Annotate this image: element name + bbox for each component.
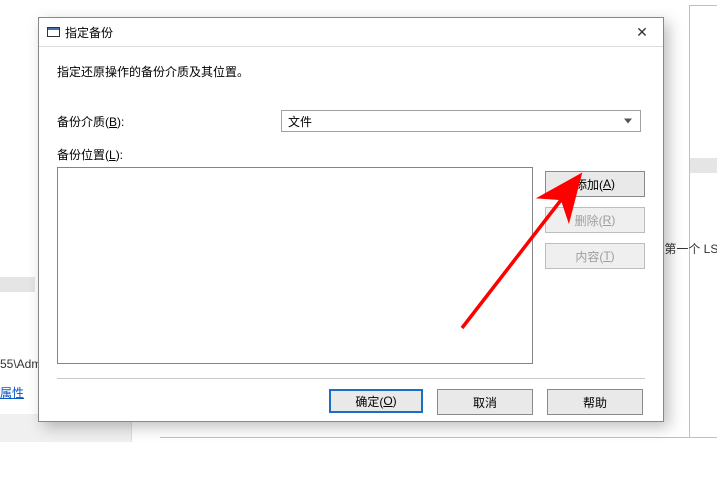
backup-location-listbox[interactable] — [57, 167, 533, 364]
bg-right-strip — [690, 158, 717, 173]
side-buttons: 添加(A) 删除(R) 内容(T) — [545, 167, 645, 364]
bg-gray-strip — [0, 277, 35, 292]
location-label-row: 备份位置(L): — [57, 146, 645, 163]
contents-button[interactable]: 内容(T) — [545, 243, 645, 269]
ok-button[interactable]: 确定(O) — [329, 389, 423, 413]
bg-right-panel — [689, 5, 717, 439]
instruction-text: 指定还原操作的备份介质及其位置。 — [57, 63, 645, 80]
bg-link-fragment[interactable]: 属性 — [0, 384, 24, 401]
close-icon: ✕ — [636, 24, 648, 41]
bg-bottom-line — [160, 437, 717, 438]
dialog-body: 指定还原操作的备份介质及其位置。 备份介质(B): 文件 备份位置(L): 添加… — [39, 47, 663, 425]
location-label: 备份位置(L): — [57, 146, 281, 163]
media-row: 备份介质(B): 文件 — [57, 110, 645, 132]
media-select[interactable]: 文件 — [281, 110, 641, 132]
cancel-button[interactable]: 取消 — [437, 389, 533, 415]
window-icon — [45, 26, 61, 38]
specify-backup-dialog: 指定备份 ✕ 指定还原操作的备份介质及其位置。 备份介质(B): 文件 备份位置… — [38, 17, 664, 422]
bg-lsn-fragment: 第一个 LSN — [664, 240, 717, 257]
close-button[interactable]: ✕ — [621, 18, 663, 46]
remove-button[interactable]: 删除(R) — [545, 207, 645, 233]
media-select-value: 文件 — [288, 113, 312, 130]
separator — [57, 378, 645, 379]
add-button[interactable]: 添加(A) — [545, 171, 645, 197]
window-title: 指定备份 — [65, 24, 113, 41]
titlebar: 指定备份 ✕ — [39, 18, 663, 47]
media-label: 备份介质(B): — [57, 113, 281, 130]
help-button[interactable]: 帮助 — [547, 389, 643, 415]
location-area: 添加(A) 删除(R) 内容(T) — [57, 167, 645, 364]
footer: 确定(O) 取消 帮助 — [57, 389, 645, 415]
